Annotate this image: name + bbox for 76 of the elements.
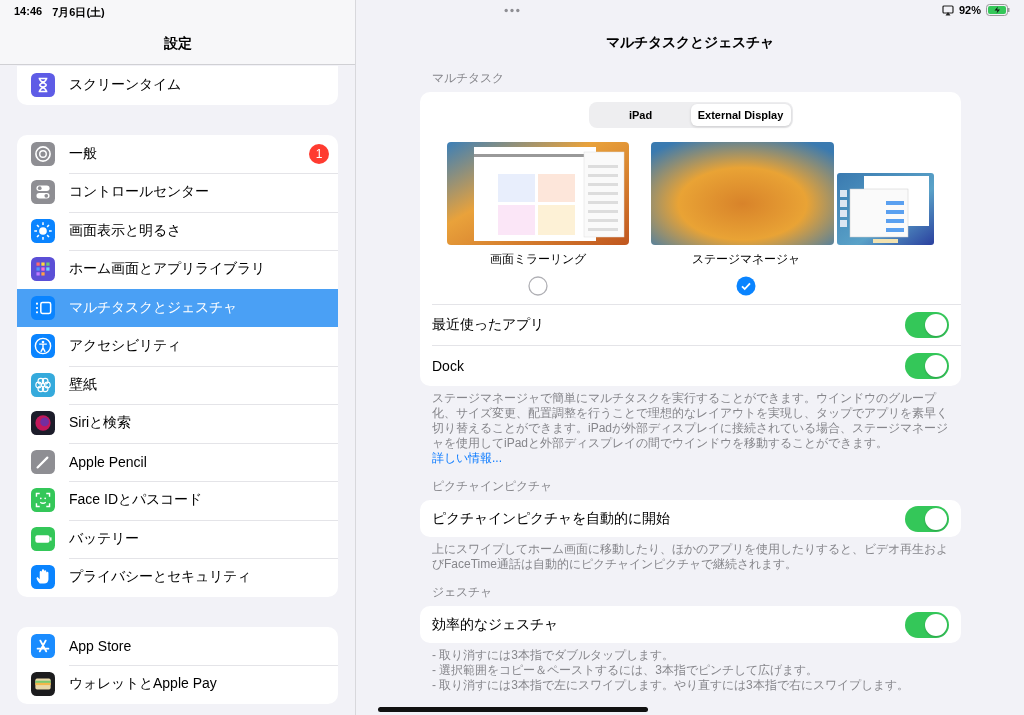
status-time: 14:46	[14, 5, 43, 19]
footer-note: 上にスワイプしてホーム画面に移動したり、ほかのアプリを使用したりすると、ビデオ再生およびFaceTime通話は自動的にピクチャインピクチャで継続されます。	[431, 541, 949, 572]
section-header: ピクチャインピクチャ	[431, 478, 553, 495]
sun-icon	[31, 218, 55, 243]
hourglass-icon	[31, 73, 55, 98]
sidebar-item-label: スクリーンタイム	[69, 76, 182, 95]
sidebar-item-label: プライバシーとセキュリティ	[69, 568, 252, 587]
learn-more-link[interactable]: 詳しい情報...	[432, 451, 502, 465]
section-header: マルチタスク	[431, 70, 505, 87]
charging-battery-icon	[986, 4, 1010, 16]
segment-tab[interactable]: External Display	[690, 104, 791, 126]
sidebar-item[interactable]: ホーム画面とアプリライブラリ	[17, 250, 338, 289]
sidebar-item[interactable]: コントロールセンター	[17, 173, 338, 212]
page-title: マルチタスクとジェスチャ	[606, 34, 774, 52]
sidebar-item-label: 壁紙	[69, 375, 98, 394]
sidebar-item[interactable]: 壁紙	[17, 365, 338, 404]
sidebar-item[interactable]: スクリーンタイム	[17, 66, 338, 105]
sidebar-item[interactable]: 一般 1	[17, 134, 338, 173]
setting-label: ピクチャインピクチャを自動的に開始	[432, 509, 670, 528]
radio-button[interactable]	[736, 276, 756, 296]
sidebar-item[interactable]: App Store	[17, 626, 338, 665]
app-store-icon	[31, 633, 55, 658]
section-header: ジェスチャ	[431, 584, 493, 601]
sidebar-item[interactable]: Siriと検索	[17, 404, 338, 443]
settings-icon	[31, 141, 55, 166]
battery-icon	[31, 526, 55, 551]
sidebar-item-label: ホーム画面とアプリライブラリ	[69, 260, 266, 279]
status-date: 7月6日(土)	[52, 5, 105, 20]
radio-button[interactable]	[528, 276, 548, 296]
sidebar-item[interactable]: アクセシビリティ	[17, 327, 338, 366]
footer-note-line: - 選択範囲をコピー＆ペーストするには、3本指でピンチして広げます。	[432, 663, 819, 678]
sidebar-item-label: Face IDとパスコード	[69, 491, 203, 510]
sidebar-item-label: コントロールセンター	[69, 183, 210, 202]
orb-icon	[31, 411, 55, 436]
sidebar-item-label: Apple Pencil	[69, 453, 148, 470]
toggle-switch[interactable]	[905, 505, 949, 532]
sidebar-item-label: ウォレットとApple Pay	[69, 675, 218, 694]
segment-tab[interactable]: iPad	[590, 104, 691, 126]
sidebar-item[interactable]: Apple Pencil	[17, 442, 338, 481]
footer-note: ステージマネージャで簡単にマルチタスクを実行することができます。ウインドウのグループ化、サイズ変更、配置調整を行うことで理想的なレイアウトを実現し、タップでアプリを素早く切り替えることができます。iPadが外部ディスプレイに接続されている場合、ステージマネージャを使用してiPadと外部ディスプレイの間でウインドウを移動することができます。 詳しい情報...	[431, 390, 950, 466]
sidebar-item[interactable]: バッテリー	[17, 519, 338, 558]
toggle-switch[interactable]	[905, 312, 949, 338]
multitask-icon	[31, 295, 55, 320]
more-icon[interactable]	[503, 8, 521, 13]
sidebar-item[interactable]: ウォレットとApple Pay	[17, 665, 338, 704]
sidebar-item[interactable]: Face IDとパスコード	[17, 481, 338, 520]
pencil-icon	[31, 449, 55, 474]
sidebar-item-label: App Store	[69, 637, 133, 654]
face-scan-icon	[31, 488, 55, 513]
sidebar-item[interactable]: プライバシーとセキュリティ	[17, 558, 338, 597]
switches-icon	[31, 180, 55, 205]
toggle-switch[interactable]	[905, 611, 949, 638]
sidebar-item-label: マルチタスクとジェスチャ	[69, 298, 238, 317]
wallet-icon	[31, 672, 55, 697]
sidebar-item-label: Siriと検索	[69, 414, 133, 433]
setting-label: Dock	[432, 358, 464, 374]
sidebar-item-label: バッテリー	[69, 529, 140, 548]
footer-note-line: - 取り消すには3本指でダブルタップします。	[432, 648, 675, 663]
flower-icon	[31, 372, 55, 397]
setting-label: 最近使ったアプリ	[432, 316, 544, 334]
notification-badge: 1	[309, 143, 329, 164]
setting-label: 効率的なジェスチャ	[432, 615, 558, 634]
sidebar-title: 設定	[162, 35, 193, 53]
accessibility-icon	[31, 334, 55, 359]
option-label: ステージマネージャ	[692, 251, 800, 268]
toggle-switch[interactable]	[905, 353, 949, 379]
footer-note-line: - 取り消すには3本指で左にスワイプします。やり直すには3本指で右にスワイプします。	[432, 678, 910, 693]
battery-percentage: 92%	[958, 4, 981, 16]
sidebar-item-label: 画面表示と明るさ	[69, 221, 182, 240]
option-label: 画面ミラーリング	[490, 251, 586, 268]
app-grid-icon	[31, 257, 55, 282]
screen-mirroring-icon	[941, 4, 954, 16]
sidebar-item-label: 一般	[69, 144, 98, 163]
hand-icon	[31, 565, 55, 590]
sidebar-item[interactable]: 画面表示と明るさ	[17, 211, 338, 250]
sidebar-item-label: アクセシビリティ	[69, 337, 182, 356]
